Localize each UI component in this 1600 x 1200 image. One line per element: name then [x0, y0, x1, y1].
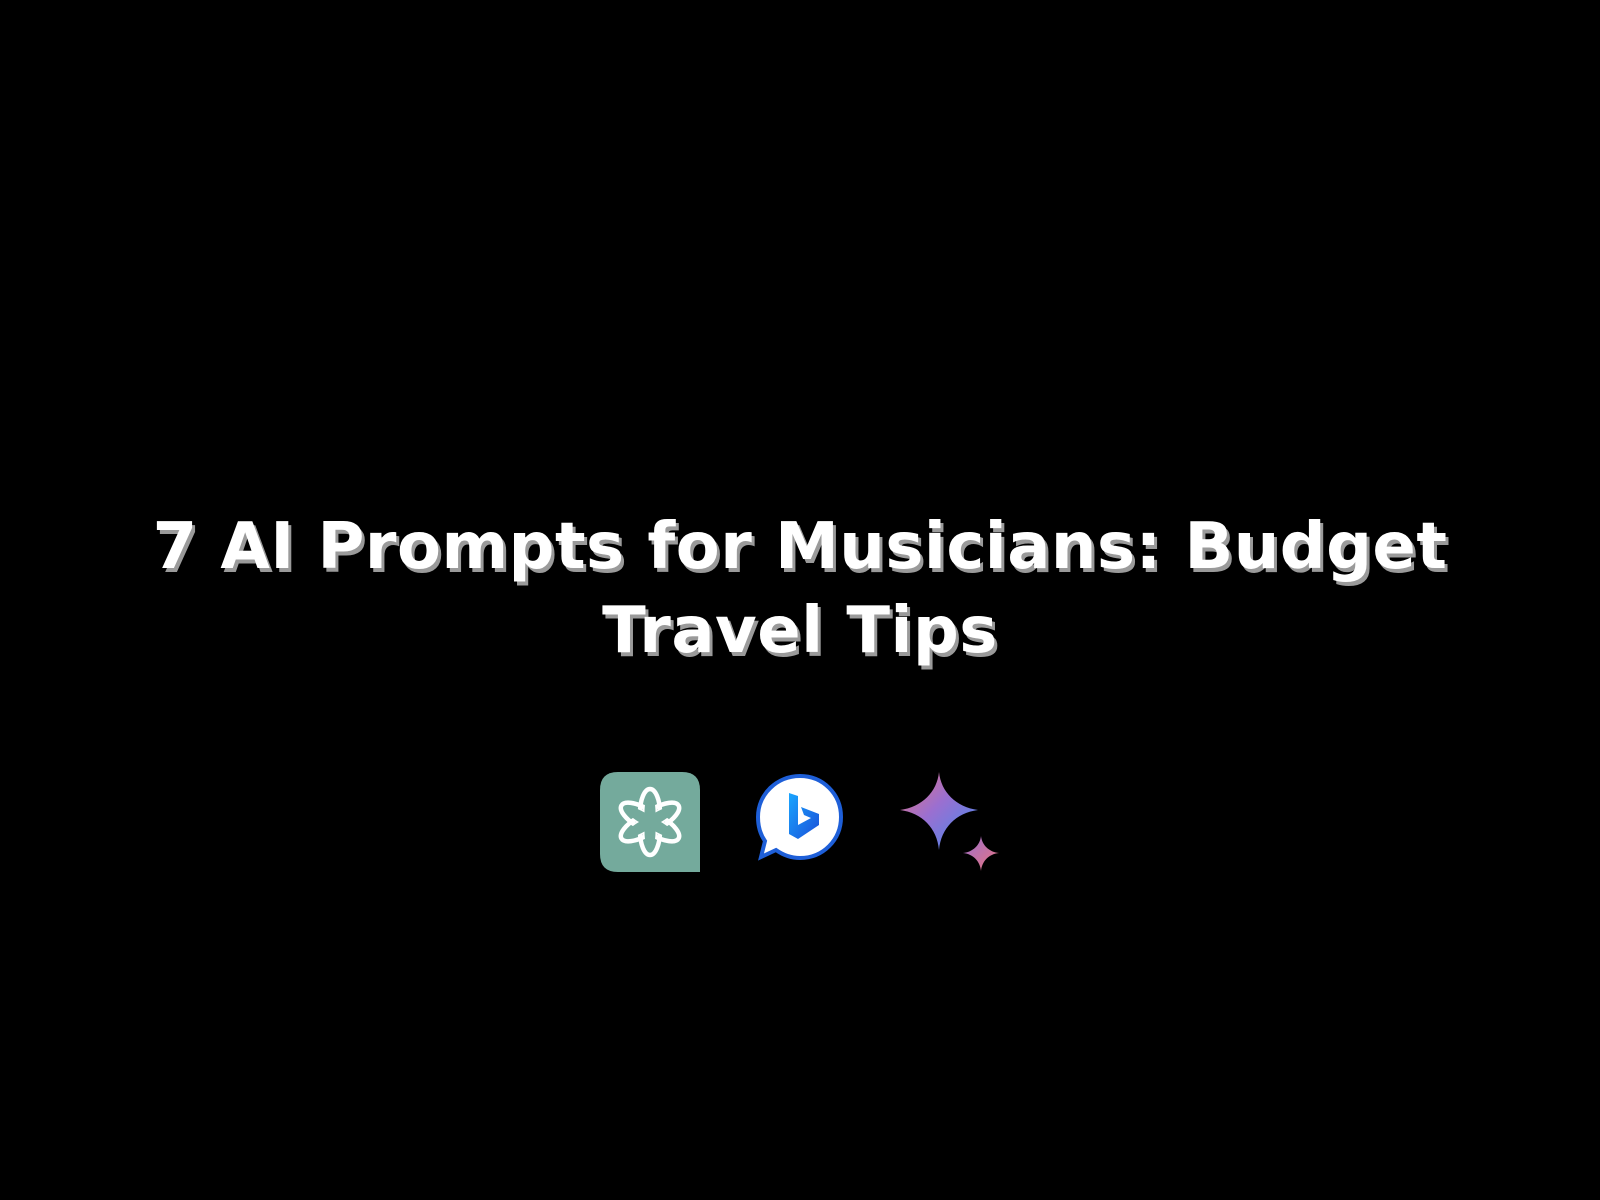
- page-title: 7 AI Prompts for Musicians: Budget Trave…: [100, 505, 1500, 673]
- ai-logo-row: [0, 770, 1600, 880]
- title-line-1: 7 AI Prompts for Musicians: Budget: [152, 510, 1448, 584]
- title-line-2: Travel Tips: [602, 594, 998, 668]
- bing-chat-logo-icon: [755, 773, 845, 863]
- slide-canvas: 7 AI Prompts for Musicians: Budget Trave…: [0, 0, 1600, 1200]
- chatgpt-logo-icon: [600, 772, 700, 872]
- gemini-sparkle-logo-icon: [898, 770, 1002, 874]
